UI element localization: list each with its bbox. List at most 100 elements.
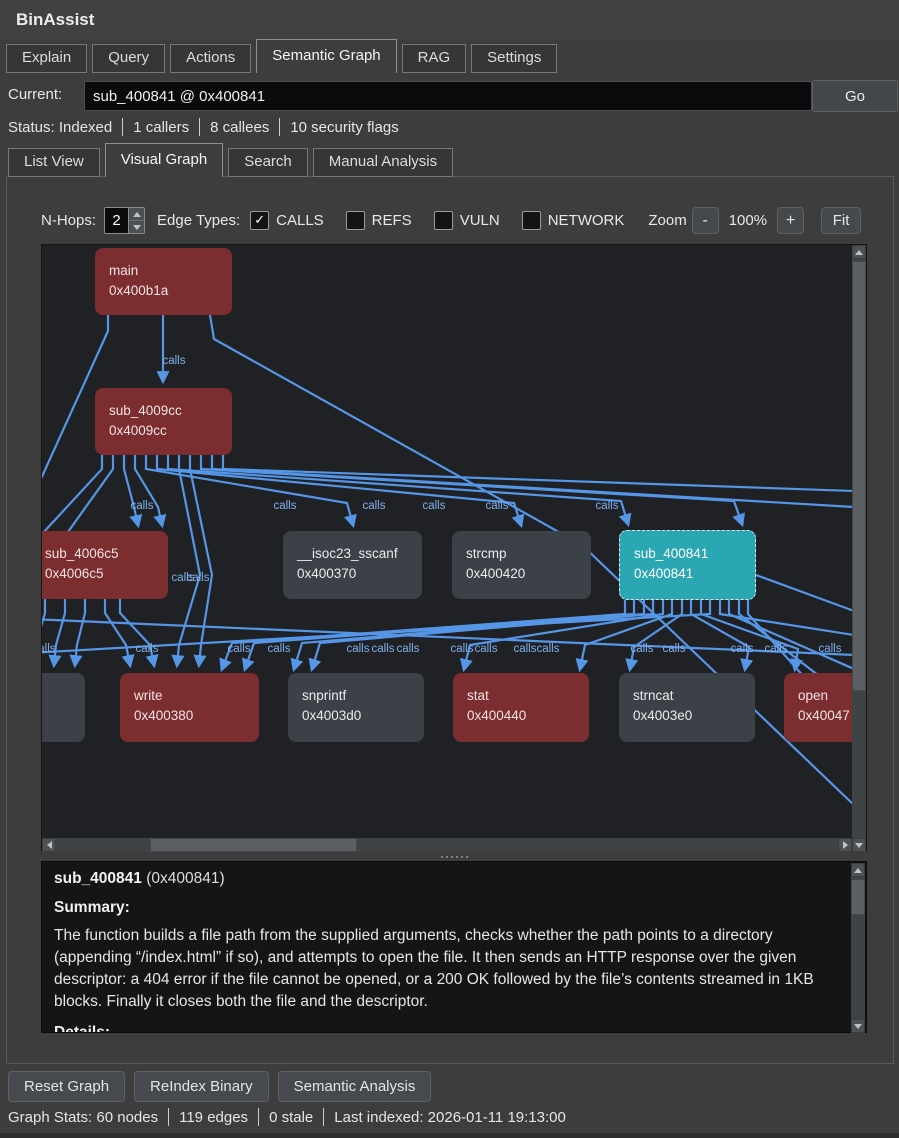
checkmark-icon: ✓ <box>250 211 269 230</box>
fit-button[interactable]: Fit <box>821 207 861 234</box>
scroll-thumb[interactable] <box>150 838 357 852</box>
scroll-down-button[interactable] <box>851 1019 865 1033</box>
scroll-up-button[interactable] <box>852 245 866 259</box>
separator <box>279 118 280 136</box>
separator <box>323 1108 324 1126</box>
call-edge <box>75 599 85 665</box>
node-label: strcmp <box>466 544 591 564</box>
nhops-spinner[interactable]: 2 <box>104 207 145 234</box>
graph-vertical-scrollbar[interactable] <box>852 245 866 852</box>
scroll-left-button[interactable] <box>42 838 56 852</box>
edge-label: calls <box>662 643 685 655</box>
graph-node-sub-4009cc[interactable]: sub_4009cc0x4009cc <box>95 388 232 455</box>
edge-label: calls <box>818 643 841 655</box>
graph-node-sub-400841[interactable]: sub_4008410x400841 <box>619 530 756 600</box>
nhops-up-button[interactable] <box>129 208 144 221</box>
current-function-input[interactable] <box>84 81 812 111</box>
reindex-binary-button[interactable]: ReIndex Binary <box>134 1071 269 1102</box>
scroll-track[interactable] <box>56 838 838 852</box>
graph-node-open[interactable]: open0x40047 <box>784 673 852 742</box>
tab-semantic-graph[interactable]: Semantic Graph <box>256 39 396 73</box>
zoom-label: Zoom <box>648 212 686 229</box>
go-button[interactable]: Go <box>812 80 898 112</box>
edge-label: calls <box>450 643 473 655</box>
details-vertical-scrollbar[interactable] <box>851 863 865 1033</box>
node-address: 0x4003e0 <box>633 706 755 726</box>
summary-heading: Summary: <box>54 899 840 917</box>
status-part: Graph Stats: 60 nodes <box>8 1109 158 1126</box>
graph-node-write[interactable]: write0x400380 <box>120 673 259 742</box>
call-edge <box>190 455 212 665</box>
graph-horizontal-scrollbar[interactable] <box>42 838 852 852</box>
status-part: Last indexed: 2026-01-11 19:13:00 <box>334 1109 566 1126</box>
call-edge <box>223 455 852 491</box>
checkbox-refs[interactable]: REFS <box>346 211 412 230</box>
zoom-out-button[interactable]: - <box>692 207 719 234</box>
edge-label: calls <box>362 500 385 512</box>
separator <box>122 118 123 136</box>
view-tab-visual-graph[interactable]: Visual Graph <box>105 143 223 177</box>
nhops-down-button[interactable] <box>129 221 144 233</box>
checkbox-label: CALLS <box>276 212 324 229</box>
status-part: 119 edges <box>179 1109 248 1126</box>
tab-rag[interactable]: RAG <box>402 44 467 73</box>
zoom-in-button[interactable]: + <box>777 207 804 234</box>
spinner-up-icon <box>133 212 141 217</box>
scroll-thumb[interactable] <box>851 879 865 915</box>
tab-query[interactable]: Query <box>92 44 165 73</box>
checkbox-calls[interactable]: ✓ CALLS <box>250 211 324 230</box>
graph-node-clipped[interactable] <box>42 673 85 742</box>
scroll-up-button[interactable] <box>851 863 865 877</box>
view-tab-manual-analysis[interactable]: Manual Analysis <box>313 148 453 177</box>
edge-label: calls <box>630 643 653 655</box>
graph-node-snprintf[interactable]: snprintf0x4003d0 <box>288 673 424 742</box>
edge-label: calls <box>474 643 497 655</box>
graph-node-strncat[interactable]: strncat0x4003e0 <box>619 673 755 742</box>
checkbox-label: NETWORK <box>548 212 625 229</box>
edge-label: calls <box>371 643 394 655</box>
edge-label: calls <box>595 500 618 512</box>
empty-checkbox <box>434 211 453 230</box>
graph-node-sub-4006c5[interactable]: sub_4006c50x4006c5 <box>42 531 168 599</box>
graph-controls: N-Hops: 2 Edge Types: ✓CALLSREFSVULNNETW… <box>41 207 866 234</box>
scroll-track[interactable] <box>851 877 865 1019</box>
node-address: 0x40047 <box>798 706 852 726</box>
scroll-right-button[interactable] <box>838 838 852 852</box>
graph-node-strcmp[interactable]: strcmp0x400420 <box>452 531 591 599</box>
edge-label: calls <box>485 500 508 512</box>
scroll-track[interactable] <box>852 259 866 838</box>
node-address: 0x4003d0 <box>302 706 424 726</box>
graph-node-isoc23-sscanf[interactable]: __isoc23_sscanf0x400370 <box>283 531 422 599</box>
checkbox-label: VULN <box>460 212 500 229</box>
view-tab-search[interactable]: Search <box>228 148 308 177</box>
semantic-analysis-button[interactable]: Semantic Analysis <box>278 1071 432 1102</box>
edge-label: calls <box>536 643 559 655</box>
call-edge <box>212 455 852 507</box>
edge-label: calls <box>346 643 369 655</box>
graph-canvas[interactable]: callscallscallscallscallscallscallscalls… <box>42 245 852 836</box>
tab-explain[interactable]: Explain <box>6 44 87 73</box>
summary-text: The function builds a file path from the… <box>54 925 829 1013</box>
tab-actions[interactable]: Actions <box>170 44 251 73</box>
separator <box>168 1108 169 1126</box>
scroll-thumb[interactable] <box>852 261 866 691</box>
graph-node-stat[interactable]: stat0x400440 <box>453 673 589 742</box>
checkbox-network[interactable]: NETWORK <box>522 211 625 230</box>
node-address: 0x4009cc <box>109 421 232 441</box>
tab-settings[interactable]: Settings <box>471 44 557 73</box>
edge-label: calls <box>422 500 445 512</box>
scroll-up-icon <box>854 868 862 873</box>
view-tab-list-view[interactable]: List View <box>8 148 100 177</box>
separator <box>258 1108 259 1126</box>
scroll-down-button[interactable] <box>852 838 866 852</box>
current-label: Current: <box>8 86 62 103</box>
node-address: 0x400841 <box>634 564 755 584</box>
graph-node-main[interactable]: main0x400b1a <box>95 248 232 315</box>
reset-graph-button[interactable]: Reset Graph <box>8 1071 125 1102</box>
splitter-handle[interactable] <box>41 853 867 861</box>
node-label: snprintf <box>302 686 424 706</box>
node-address: 0x400370 <box>297 564 422 584</box>
checkbox-vuln[interactable]: VULN <box>434 211 500 230</box>
call-edge <box>245 600 634 669</box>
edge-label: calls <box>396 643 419 655</box>
